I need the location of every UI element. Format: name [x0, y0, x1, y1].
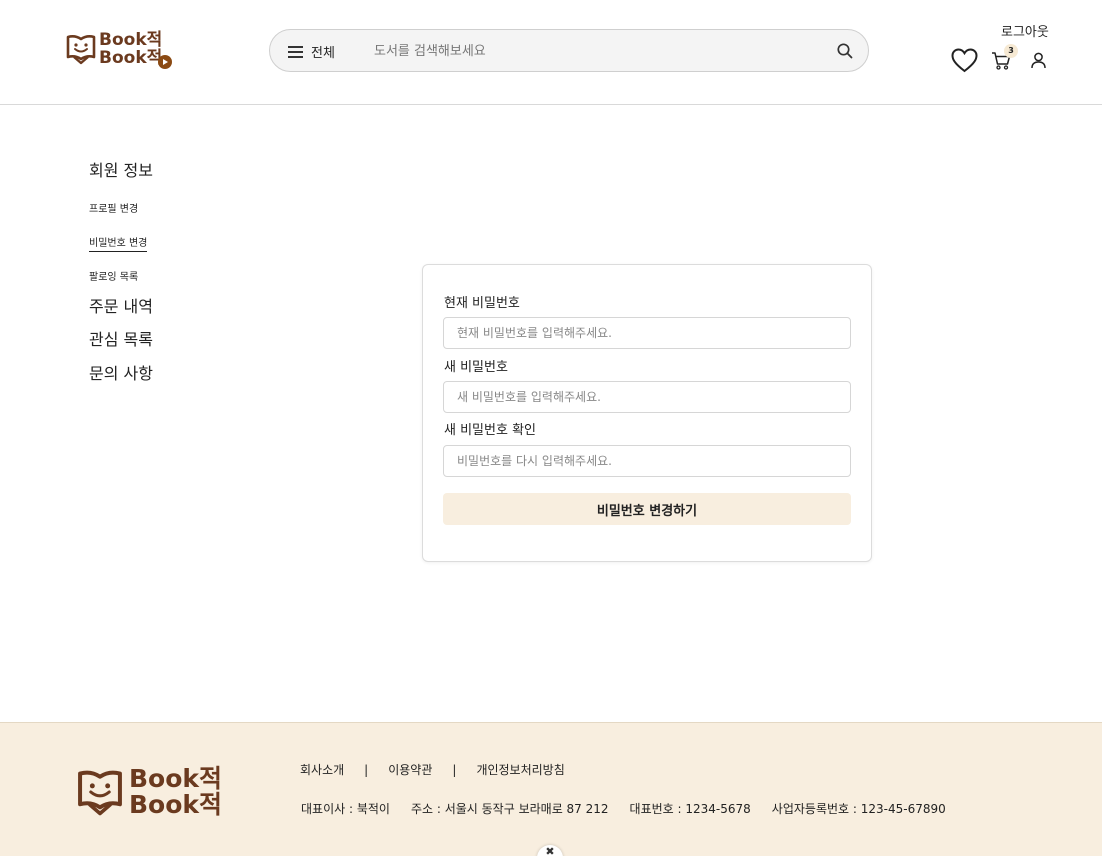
sidebar-subitem-wrap: 프로필 변경	[89, 197, 153, 217]
category-menu-button[interactable]: 전체	[288, 42, 335, 61]
footer-company-info: 대표이사 : 북적이 주소 : 서울시 동작구 보라매로 87 212 대표번호…	[301, 800, 967, 817]
mypage-sidebar: 회원 정보 프로필 변경 비밀번호 변경 팔로잉 목록 주문 내역 관심 목록 …	[89, 160, 153, 385]
logo-line-2: Book적	[99, 48, 163, 68]
current-password-label: 현재 비밀번호	[444, 296, 520, 311]
change-password-button[interactable]: 비밀번호 변경하기	[443, 493, 851, 525]
logout-link[interactable]: 로그아웃	[1001, 21, 1049, 40]
footer-business-number: 사업자등록번호 : 123-45-67890	[771, 802, 946, 816]
logo-line-1: Book적	[99, 30, 163, 50]
sidebar-wishlist[interactable]: 관심 목록	[89, 329, 153, 351]
password-change-card: 현재 비밀번호 새 비밀번호 새 비밀번호 확인 비밀번호 변경하기	[422, 264, 872, 562]
sidebar-subitem-wrap: 팔로잉 목록	[89, 265, 153, 285]
footer-logo-line-2: Book적	[129, 790, 223, 819]
site-footer: Book적 Book적 회사소개 | 이용약관 | 개인정보처리방침 대표이사 …	[0, 722, 1102, 856]
heart-icon[interactable]	[951, 48, 978, 73]
new-password-input[interactable]	[443, 381, 851, 413]
footer-link-separator: |	[364, 762, 369, 777]
user-icon[interactable]	[1031, 52, 1046, 69]
confirm-password-input[interactable]	[443, 445, 851, 477]
footer-links: 회사소개 | 이용약관 | 개인정보처리방침	[300, 761, 565, 778]
footer-link-separator: |	[452, 762, 457, 777]
new-password-label: 새 비밀번호	[444, 360, 508, 375]
footer-link-privacy[interactable]: 개인정보처리방침	[476, 761, 564, 778]
sidebar-member-info[interactable]: 회원 정보	[89, 160, 153, 182]
sidebar-item-profile[interactable]: 프로필 변경	[89, 203, 138, 217]
footer-link-company[interactable]: 회사소개	[300, 761, 344, 778]
site-logo[interactable]: Book적 Book적	[66, 31, 172, 69]
site-header: Book적 Book적 전체 로그아웃 3	[0, 0, 1102, 105]
footer-link-terms[interactable]: 이용약관	[388, 761, 432, 778]
footer-logo-line-1: Book적	[129, 764, 223, 793]
confirm-password-label: 새 비밀번호 확인	[444, 423, 536, 438]
sidebar-item-following[interactable]: 팔로잉 목록	[89, 271, 138, 285]
book-logo-icon	[66, 35, 96, 65]
sidebar-orders[interactable]: 주문 내역	[89, 296, 153, 318]
sidebar-inquiries[interactable]: 문의 사항	[89, 363, 153, 385]
footer-address: 주소 : 서울시 동작구 보라매로 87 212	[410, 802, 609, 816]
book-logo-icon	[78, 770, 122, 816]
search-input[interactable]	[374, 38, 824, 64]
footer-phone: 대표번호 : 1234-5678	[629, 802, 751, 816]
cart-count-badge: 3	[1004, 44, 1018, 58]
sidebar-item-password[interactable]: 비밀번호 변경	[89, 237, 148, 252]
footer-logo: Book적 Book적	[77, 766, 222, 818]
category-menu-label: 전체	[311, 46, 335, 61]
footer-logo-text: Book적 Book적	[129, 766, 222, 818]
sidebar-subitem-wrap: 비밀번호 변경	[89, 231, 153, 252]
logo-text: Book적 Book적	[99, 31, 162, 67]
search-bar: 전체	[269, 29, 869, 72]
hamburger-icon	[288, 45, 303, 58]
play-icon	[158, 55, 172, 69]
current-password-input[interactable]	[443, 317, 851, 349]
footer-ceo: 대표이사 : 북적이	[301, 802, 390, 816]
search-icon[interactable]	[836, 42, 854, 60]
